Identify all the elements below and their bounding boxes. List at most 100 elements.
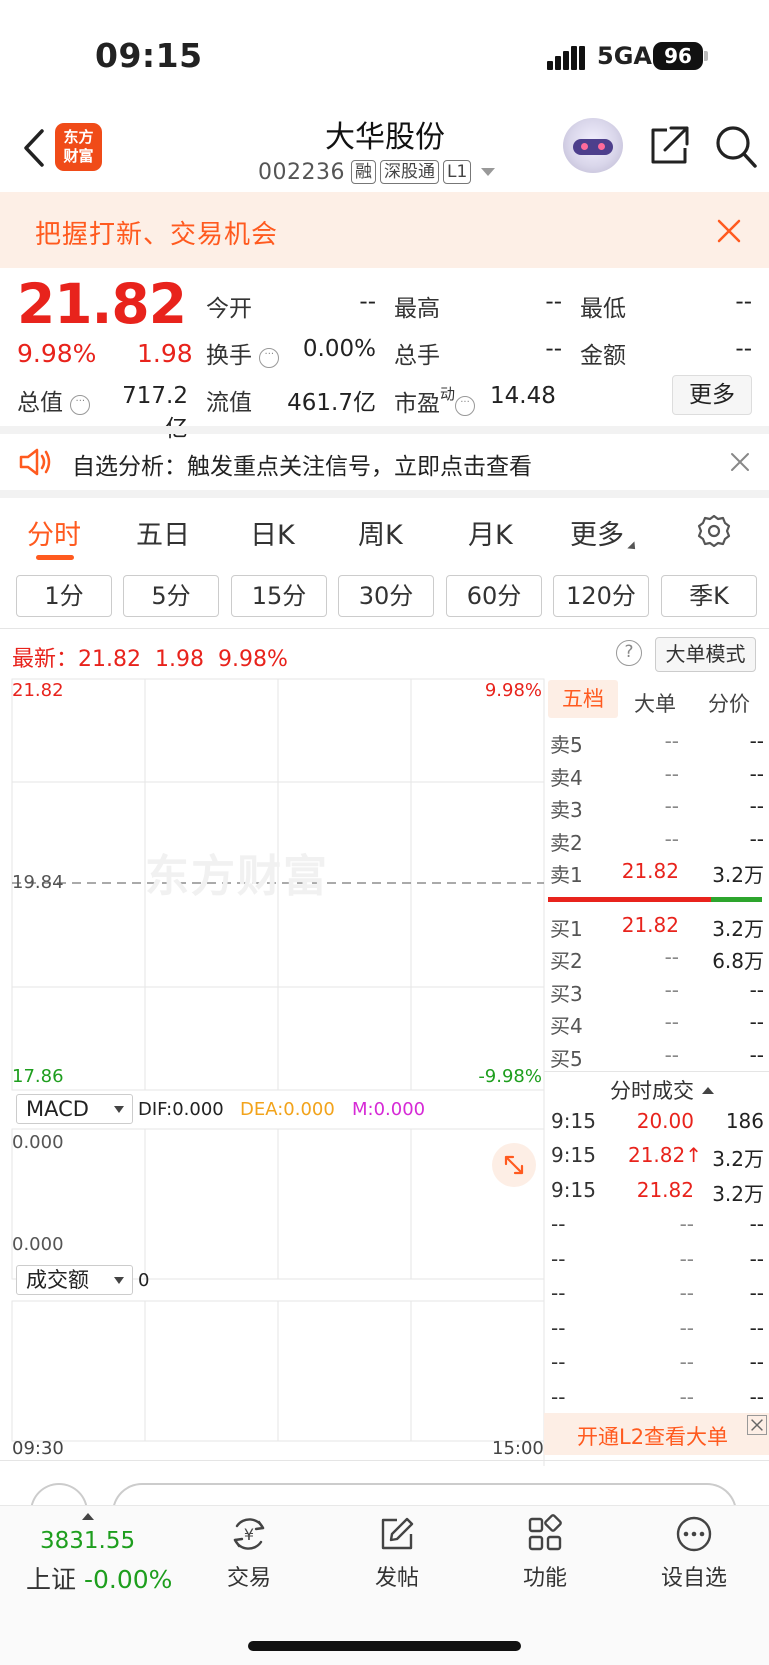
y-axis-min: 17.86 [12, 1066, 64, 1087]
tag-level: L1 [442, 160, 472, 184]
bid-ask-ratio-bar [548, 897, 711, 902]
ask-row: 卖5 -- -- [550, 729, 764, 757]
period-5min[interactable]: 5分 [123, 575, 219, 617]
tag-margin: 融 [350, 160, 376, 184]
macd-axis-bottom: 0.000 [12, 1234, 64, 1255]
trade-row: -- -- -- [551, 1281, 764, 1305]
period-quarter-k[interactable]: 季K [661, 575, 757, 617]
search-icon[interactable] [714, 124, 758, 170]
tab-five-levels[interactable]: 五档 [548, 680, 618, 718]
time-axis-end: 15:00 [492, 1438, 544, 1459]
tab-big-orders[interactable]: 大单 [634, 688, 676, 718]
apps-icon[interactable] [525, 1514, 565, 1554]
l2-promo-text[interactable]: 开通L2查看大单 [577, 1421, 728, 1451]
ask-row: 卖3 -- -- [550, 794, 764, 822]
more-button[interactable]: 更多 [672, 375, 752, 415]
low-label: 最低 [580, 296, 626, 322]
index-name[interactable]: 上证 -0.00% [26, 1560, 172, 1596]
volume-value: 0 [138, 1270, 150, 1291]
bid-row: 买2 -- 6.8万 [550, 945, 764, 973]
expand-icon[interactable] [492, 1143, 536, 1187]
close-icon[interactable] [747, 1415, 767, 1435]
macd-m: M:0.000 [352, 1099, 426, 1120]
period-120min[interactable]: 120分 [553, 575, 649, 617]
chevron-up-icon [702, 1087, 714, 1094]
trade-row: -- -- -- [551, 1247, 764, 1271]
divider [0, 628, 769, 629]
stock-info[interactable]: 002236 融 深股通 L1 [258, 157, 496, 187]
nav-trade[interactable]: 交易 [204, 1560, 294, 1592]
volume-value: -- [545, 336, 562, 362]
app-logo: 东方 财富 [55, 123, 102, 171]
tab-indicator [36, 555, 74, 560]
tab-monthly-k[interactable]: 月K [468, 513, 513, 552]
period-15min[interactable]: 15分 [231, 575, 327, 617]
index-value[interactable]: 3831.55 [40, 1528, 135, 1554]
volume-select[interactable]: 成交额 [16, 1265, 133, 1295]
low-value: -- [735, 289, 752, 315]
tab-fenshi[interactable]: 分时 [27, 513, 81, 552]
open-label: 今开 [206, 296, 252, 322]
close-icon[interactable] [730, 452, 750, 472]
turnover-label[interactable]: 换手 ··· [206, 336, 280, 370]
chevron-down-icon [114, 1106, 124, 1113]
stock-name: 大华股份 [325, 120, 445, 155]
chevron-down-icon [114, 1277, 124, 1284]
help-icon[interactable]: ? [616, 640, 642, 666]
close-icon[interactable] [716, 218, 742, 244]
bid-ask-ratio-bar [711, 897, 762, 902]
tab-weekly-k[interactable]: 周K [358, 513, 403, 552]
network-type: 5GA [597, 42, 652, 70]
pct-axis-min: -9.98% [478, 1066, 542, 1087]
total-value-label[interactable]: 总值 ··· [17, 383, 91, 417]
trade-row: 9:15 20.00 186 [551, 1109, 764, 1133]
pct-axis-max: 9.98% [484, 680, 542, 701]
amount-label: 金额 [580, 343, 626, 369]
open-value: -- [359, 289, 376, 315]
period-30min[interactable]: 30分 [338, 575, 434, 617]
divider [0, 426, 769, 434]
signal-icon [547, 46, 585, 70]
battery-icon: 96 [653, 42, 703, 70]
svg-text:¥: ¥ [244, 1525, 254, 1544]
fenshi-title[interactable]: 分时成交 [610, 1075, 714, 1105]
macd-axis-top: 0.000 [12, 1132, 64, 1153]
back-icon[interactable] [16, 125, 56, 171]
promo-text[interactable]: 把握打新、交易机会 [35, 214, 278, 251]
y-axis-max: 21.82 [12, 680, 64, 701]
divider [0, 490, 769, 498]
nav-add-watchlist[interactable]: 设自选 [649, 1560, 739, 1592]
period-60min[interactable]: 60分 [446, 575, 542, 617]
trade-row: 9:15 21.82 3.2万 [551, 1178, 764, 1206]
change-amount: 1.98 [137, 339, 193, 368]
gear-icon[interactable] [697, 514, 731, 548]
assistant-robot-icon[interactable] [563, 118, 623, 173]
y-axis-mid: 19.84 [12, 872, 64, 893]
speaker-icon [19, 448, 51, 476]
info-icon: ··· [455, 396, 476, 416]
edit-icon[interactable] [377, 1514, 417, 1554]
nav-post[interactable]: 发帖 [352, 1560, 442, 1592]
analysis-text[interactable]: 自选分析：触发重点关注信号，立即点击查看 [72, 447, 532, 481]
nav-functions[interactable]: 功能 [500, 1560, 590, 1592]
pe-label[interactable]: 市盈动 ··· [394, 383, 476, 418]
period-1min[interactable]: 1分 [16, 575, 112, 617]
tab-price-dist[interactable]: 分价 [708, 688, 750, 718]
more-dots-icon[interactable] [674, 1514, 714, 1554]
chevron-up-icon[interactable] [82, 1513, 94, 1520]
change-percent: 9.98% [17, 339, 97, 368]
home-indicator[interactable] [248, 1641, 521, 1651]
trade-row: -- -- -- [551, 1316, 764, 1340]
tab-five-day[interactable]: 五日 [136, 513, 190, 552]
tab-more[interactable]: 更多 [570, 513, 639, 553]
chevron-down-icon [627, 541, 639, 553]
info-icon: ··· [259, 348, 280, 368]
amount-value: -- [735, 336, 752, 362]
big-order-mode-button[interactable]: 大单模式 [655, 637, 756, 672]
trade-icon[interactable]: ¥ [229, 1514, 269, 1554]
ask-row: 卖1 21.82 3.2万 [550, 859, 764, 887]
share-icon[interactable] [647, 124, 691, 168]
indicator-select[interactable]: MACD [16, 1094, 133, 1124]
trade-row: -- -- -- [551, 1385, 764, 1409]
tab-daily-k[interactable]: 日K [250, 513, 295, 552]
